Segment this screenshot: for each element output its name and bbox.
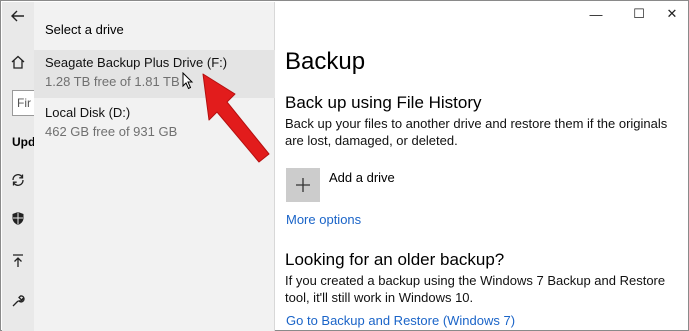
minimize-button[interactable]: — bbox=[581, 5, 611, 23]
flyout-title: Select a drive bbox=[45, 22, 124, 37]
backup-restore-win7-link[interactable]: Go to Backup and Restore (Windows 7) bbox=[286, 313, 515, 328]
annotation-arrow-icon bbox=[202, 73, 270, 163]
shield-icon[interactable] bbox=[2, 204, 34, 232]
sync-icon[interactable] bbox=[2, 166, 34, 194]
search-input[interactable]: Fir bbox=[12, 90, 36, 116]
add-drive-button[interactable] bbox=[286, 168, 320, 202]
maximize-button[interactable]: ☐ bbox=[624, 5, 654, 23]
settings-window: Fir Upd Select a drive Seagate Backup Pl… bbox=[0, 0, 689, 331]
back-arrow-icon[interactable] bbox=[2, 2, 34, 30]
home-icon[interactable] bbox=[2, 48, 34, 76]
drive-picker-flyout: Select a drive Seagate Backup Plus Drive… bbox=[34, 2, 275, 331]
file-history-description: Back up your files to another drive and … bbox=[285, 116, 668, 148]
more-options-link[interactable]: More options bbox=[286, 212, 361, 227]
page-title: Backup bbox=[285, 48, 366, 75]
wrench-icon[interactable] bbox=[2, 287, 34, 315]
plus-icon bbox=[296, 178, 310, 192]
nav-rail: Fir Upd bbox=[2, 2, 36, 331]
file-history-heading: Back up using File History bbox=[285, 93, 482, 112]
upload-icon[interactable] bbox=[2, 247, 34, 275]
nav-section-label: Upd bbox=[12, 135, 36, 149]
close-button[interactable]: ✕ bbox=[657, 5, 687, 23]
older-backup-description: If you created a backup using the Window… bbox=[285, 273, 666, 305]
add-drive-label[interactable]: Add a drive bbox=[329, 170, 395, 185]
older-backup-heading: Looking for an older backup? bbox=[285, 250, 505, 269]
